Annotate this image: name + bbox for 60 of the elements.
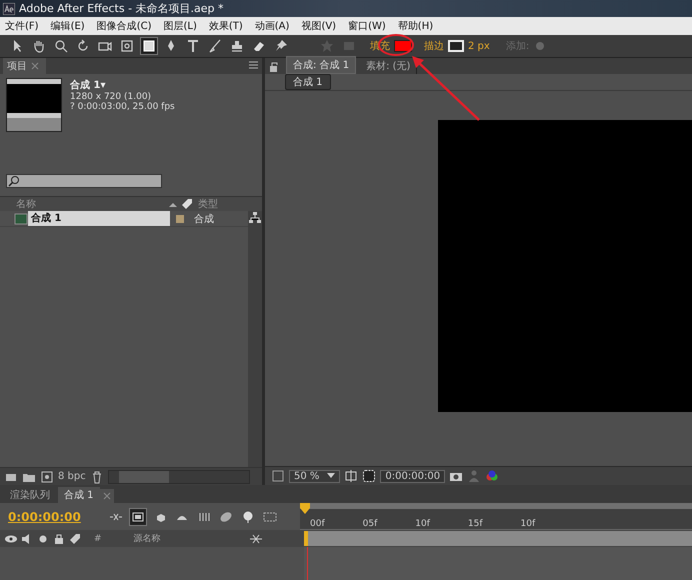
- ruler-label: 15f: [468, 519, 482, 529]
- transparency-grid-icon[interactable]: [362, 469, 376, 483]
- menu-item[interactable]: 视图(V): [301, 19, 336, 33]
- zoom-dropdown[interactable]: 50 %: [289, 470, 340, 482]
- ruler-label: 00f: [310, 519, 325, 529]
- composition-name[interactable]: 合成 1▾: [70, 78, 175, 92]
- menu-item[interactable]: 窗口(W): [348, 19, 386, 33]
- menu-item[interactable]: 图层(L): [163, 19, 197, 33]
- composition-mini-flowchart-icon[interactable]: [128, 508, 147, 526]
- menu-item[interactable]: 效果(T): [208, 19, 243, 33]
- source-name-label[interactable]: 源名称: [134, 532, 161, 545]
- layer-number-label[interactable]: #: [94, 534, 102, 544]
- name-column-label[interactable]: 名称: [16, 197, 166, 211]
- stroke-width-value[interactable]: 2 px: [468, 40, 490, 52]
- timeline-tab[interactable]: 渲染队列: [4, 487, 56, 503]
- caret-icon[interactable]: [327, 473, 336, 479]
- composition-duration: ? 0:00:03:00, 25.00 fps: [70, 102, 175, 112]
- composition-size: 1280 x 720 (1.00): [70, 92, 152, 102]
- label-tag-icon[interactable]: [68, 532, 82, 546]
- stroke-label[interactable]: 描边: [424, 39, 444, 53]
- current-time-line: [307, 547, 308, 580]
- window-title: Adobe After Effects - 未命名项目.aep *: [19, 1, 224, 16]
- annotation-circle: [378, 34, 414, 56]
- viewer-tab[interactable]: 合成: 合成 1: [286, 56, 356, 74]
- timeline-tab[interactable]: 合成 1: [58, 487, 100, 503]
- stroke-color-swatch[interactable]: [448, 40, 464, 52]
- flowchart-icon[interactable]: [248, 211, 262, 225]
- ruler-label: 10f: [520, 519, 536, 529]
- current-time-field[interactable]: 0:00:00:00: [380, 470, 446, 482]
- label-tag-icon[interactable]: [180, 197, 194, 211]
- item-type: 合成: [194, 212, 215, 226]
- ruler-label: 05f: [362, 519, 378, 529]
- color-channels-icon[interactable]: [485, 469, 500, 483]
- menu-item[interactable]: 文件(F): [5, 19, 39, 33]
- vertical-scrollbar[interactable]: [248, 211, 262, 467]
- menu-item[interactable]: 动画(A): [254, 19, 290, 33]
- time-ruler[interactable]: 00f 05f 10f 15f 10f: [300, 503, 692, 530]
- timecode-display[interactable]: 0:00:00:00: [8, 510, 81, 524]
- label-color-icon: [176, 214, 184, 222]
- color-depth-button[interactable]: 8 bpc: [58, 471, 86, 482]
- lock-icon[interactable]: [52, 532, 66, 546]
- new-composition-icon[interactable]: [40, 470, 54, 484]
- menu-item[interactable]: 帮助(H): [398, 19, 434, 33]
- grid-toggle-icon[interactable]: [271, 469, 285, 483]
- project-item-row[interactable]: 合成 1 合成: [0, 211, 248, 227]
- annotation-arrow: [412, 56, 480, 121]
- fill-color-swatch[interactable]: [394, 40, 412, 52]
- search-icon[interactable]: [7, 174, 21, 188]
- composition-thumbnail: [6, 78, 62, 132]
- menu-item[interactable]: 图像合成(C): [96, 19, 152, 33]
- rectangle-icon[interactable]: [140, 37, 158, 55]
- ruler-label: 10f: [415, 519, 430, 529]
- app-logo-icon: [3, 2, 15, 14]
- menu-item[interactable]: 编辑(E): [50, 19, 85, 33]
- safe-margins-icon[interactable]: [344, 469, 358, 483]
- composition-breadcrumb[interactable]: 合成 1: [285, 74, 331, 90]
- item-name: 合成 1: [28, 211, 170, 226]
- horizontal-scrollbar[interactable]: [108, 470, 250, 484]
- type-column-label[interactable]: 类型: [198, 197, 218, 211]
- search-field[interactable]: [6, 174, 162, 188]
